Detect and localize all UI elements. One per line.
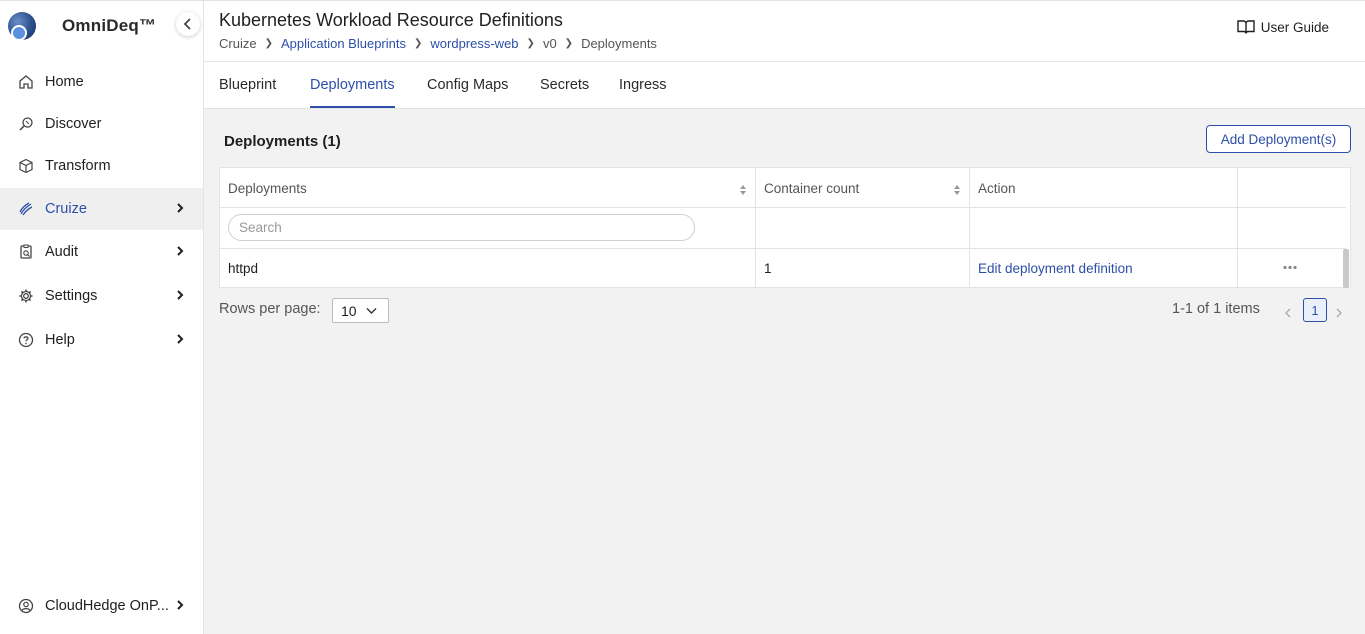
column-header-deployments[interactable]: Deployments	[220, 168, 756, 208]
tab-deployments[interactable]: Deployments	[310, 77, 395, 108]
section-title: Deployments (1)	[224, 133, 341, 150]
tab-blueprint[interactable]: Blueprint	[219, 77, 276, 106]
chevron-right-icon	[177, 290, 184, 300]
user-guide-label: User Guide	[1260, 19, 1329, 35]
previous-page-icon[interactable]	[1284, 307, 1292, 319]
user-guide-link[interactable]: User Guide	[1237, 19, 1329, 35]
sort-icon	[954, 185, 960, 195]
column-header-label: Action	[978, 181, 1016, 196]
sort-icon	[740, 185, 746, 195]
deployments-table: Deployments Container count Action httpd…	[219, 167, 1351, 288]
search-input[interactable]	[228, 214, 695, 241]
sidebar-item-home[interactable]: Home	[0, 61, 203, 103]
pagination-count: 1-1 of 1 items	[1172, 301, 1260, 317]
breadcrumb-application-blueprints[interactable]: Application Blueprints	[281, 36, 406, 51]
home-icon	[17, 73, 35, 91]
edit-deployment-definition-link[interactable]: Edit deployment definition	[970, 249, 1238, 288]
sidebar-item-label: Help	[45, 332, 75, 348]
rows-per-page-value: 10	[341, 302, 357, 319]
filter-cell-deployments	[220, 208, 756, 249]
rows-per-page-label: Rows per page:	[219, 301, 321, 317]
help-icon	[17, 331, 35, 349]
breadcrumb-separator-icon: ❯	[564, 38, 574, 49]
brand[interactable]: OmniDeq™	[8, 11, 156, 41]
chevron-left-icon	[183, 18, 191, 30]
sidebar-item-label: Discover	[45, 116, 102, 132]
filter-cell-container-count	[756, 208, 970, 249]
sidebar-item-label: Transform	[45, 158, 111, 174]
tab-ingress[interactable]: Ingress	[619, 77, 667, 106]
column-header-container-count[interactable]: Container count	[756, 168, 970, 208]
column-header-label: Container count	[764, 181, 860, 196]
sidebar-item-discover[interactable]: Discover	[0, 103, 203, 145]
breadcrumb-separator-icon: ❯	[264, 38, 273, 49]
column-header-extra	[1238, 168, 1346, 208]
account-label: CloudHedge OnP...	[45, 598, 169, 614]
chevron-right-icon	[177, 334, 184, 344]
breadcrumb: Cruize ❯ Application Blueprints ❯ wordpr…	[219, 36, 657, 51]
breadcrumb-separator-icon: ❯	[526, 38, 535, 49]
collapse-sidebar-button[interactable]	[176, 12, 200, 36]
tab-secrets[interactable]: Secrets	[540, 77, 589, 106]
next-page-icon[interactable]	[1335, 307, 1343, 319]
rows-per-page-select[interactable]: 10	[332, 298, 389, 323]
breadcrumb-version: v0	[542, 36, 557, 51]
cell-deployment-name: httpd	[220, 249, 756, 288]
brand-name: OmniDeq™	[62, 16, 157, 35]
sidebar: OmniDeq™ Home Discover Transform Cruize …	[0, 1, 204, 634]
breadcrumb-wordpress-web[interactable]: wordpress-web	[430, 36, 518, 51]
page-number-button[interactable]: 1	[1303, 298, 1327, 322]
chevron-right-icon	[177, 246, 184, 256]
sidebar-item-settings[interactable]: Settings	[0, 275, 203, 317]
filter-cell-extra	[1238, 208, 1346, 249]
sidebar-item-transform[interactable]: Transform	[0, 145, 203, 187]
sidebar-item-cruize[interactable]: Cruize	[0, 188, 203, 230]
sidebar-item-label: Home	[45, 74, 84, 90]
header: Kubernetes Workload Resource Definitions…	[204, 1, 1365, 62]
sidebar-account[interactable]: CloudHedge OnP...	[0, 585, 203, 627]
chevron-right-icon	[177, 203, 184, 213]
breadcrumb-separator-icon: ❯	[414, 38, 423, 49]
sidebar-item-label: Cruize	[45, 201, 87, 217]
filter-cell-action	[970, 208, 1238, 249]
page-title: Kubernetes Workload Resource Definitions	[219, 10, 563, 30]
sidebar-item-help[interactable]: Help	[0, 319, 203, 361]
tab-config-maps[interactable]: Config Maps	[427, 77, 508, 106]
omnideq-logo-icon	[8, 12, 36, 41]
chevron-right-icon	[177, 600, 184, 610]
cell-container-count: 1	[756, 249, 970, 288]
sidebar-item-label: Audit	[45, 244, 79, 260]
more-options-icon[interactable]	[1283, 265, 1297, 270]
cruize-icon	[17, 200, 35, 218]
breadcrumb-cruize: Cruize	[219, 36, 257, 51]
table-scrollbar[interactable]	[1343, 249, 1349, 288]
add-deployment-button[interactable]: Add Deployment(s)	[1206, 125, 1351, 153]
column-header-action: Action	[970, 168, 1238, 208]
chevron-down-icon	[366, 307, 377, 314]
user-icon	[17, 597, 35, 615]
sidebar-item-label: Settings	[45, 288, 98, 304]
discover-icon	[17, 115, 35, 133]
sidebar-item-audit[interactable]: Audit	[0, 231, 203, 273]
cube-icon	[17, 157, 35, 175]
tab-bar: Blueprint Deployments Config Maps Secret…	[204, 62, 1365, 109]
audit-icon	[17, 243, 35, 261]
column-header-label: Deployments	[228, 181, 307, 196]
gear-icon	[17, 287, 35, 305]
breadcrumb-deployments: Deployments	[581, 36, 657, 51]
book-icon	[1237, 20, 1255, 34]
